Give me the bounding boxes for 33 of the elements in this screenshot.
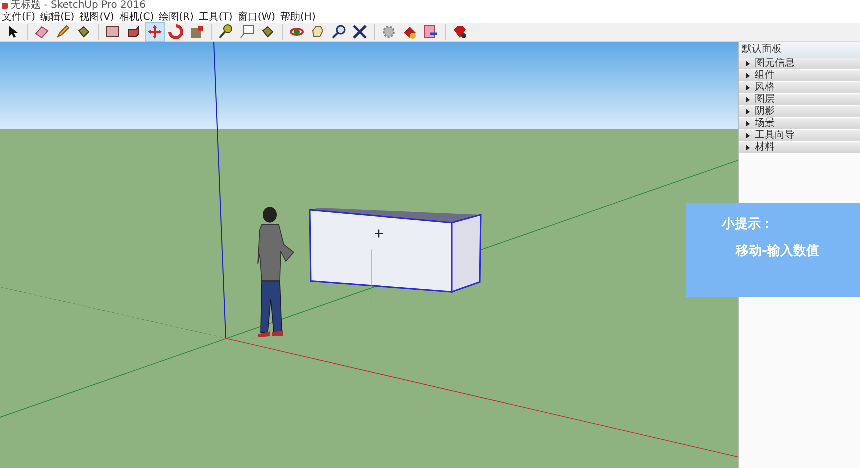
window-title: 无标题 - SketchUp Pro 2016 [11,0,146,11]
hint-title: 小提示： [722,217,775,233]
box-drawing[interactable] [309,208,482,304]
zoom-icon[interactable] [330,23,348,41]
menu-item[interactable]: 工具(T) [198,10,233,24]
ruby-icon[interactable] [451,23,469,41]
panel-section[interactable]: 工具向导 [739,130,860,142]
move-cursor-icon [374,229,384,238]
text-label-icon[interactable] [238,23,256,41]
move-icon[interactable] [146,23,164,41]
tape-measure-icon[interactable] [217,23,235,41]
panel-section[interactable]: 图层 [739,94,860,106]
panel-section[interactable]: 材料 [739,142,860,154]
panel-section[interactable]: 场景 [739,118,860,130]
panel-section[interactable]: 图元信息 [739,58,860,70]
panel-section[interactable]: 组件 [739,70,860,82]
menu-item[interactable]: 视图(V) [80,10,114,24]
panel-title: 默认面板 [739,42,860,58]
menu-item[interactable]: 文件(F) [2,10,36,24]
export-icon[interactable] [422,23,440,41]
menu-item[interactable]: 窗口(W) [238,10,276,24]
panel-section[interactable]: 风格 [739,82,860,94]
menu-item[interactable]: 相机(C) [119,10,154,24]
panel-section[interactable]: 阴影 [739,106,860,118]
zoom-extents-icon[interactable] [351,23,369,41]
menu-item[interactable]: 帮助(H) [280,10,316,24]
rotate-icon[interactable] [167,23,185,41]
scale-icon[interactable] [188,23,206,41]
menu-item[interactable]: 绘图(R) [159,10,194,24]
app-icon [2,2,8,8]
gear-icon[interactable] [380,23,398,41]
hint-text: 移动-输入数值 [734,244,820,260]
menu-item[interactable]: 编辑(E) [40,10,75,24]
